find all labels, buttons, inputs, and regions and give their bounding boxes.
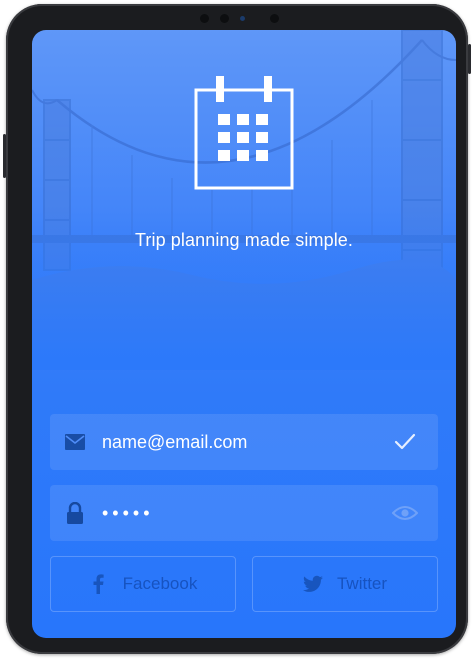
facebook-icon xyxy=(89,574,109,594)
twitter-login-button[interactable]: Twitter xyxy=(252,556,438,612)
twitter-label: Twitter xyxy=(336,574,388,593)
ambient-sensor xyxy=(270,14,279,23)
calendar-icon xyxy=(194,74,294,190)
tablet-device-frame: Trip planning made simple. name@email.co… xyxy=(3,4,471,654)
password-field[interactable]: ••••• xyxy=(50,485,438,541)
app-tagline: Trip planning made simple. xyxy=(134,230,354,250)
lock-icon xyxy=(64,502,86,524)
password-value: ••••• xyxy=(102,503,154,523)
facebook-label: Facebook xyxy=(122,574,198,593)
power-button xyxy=(468,44,471,74)
email-field[interactable]: name@email.com xyxy=(50,414,438,470)
front-camera xyxy=(200,14,209,23)
eye-icon[interactable] xyxy=(392,500,418,526)
app-screen: Trip planning made simple. name@email.co… xyxy=(32,30,456,638)
twitter-icon xyxy=(302,574,323,594)
checkmark-icon xyxy=(392,429,418,455)
email-value: name@email.com xyxy=(102,431,248,452)
volume-button xyxy=(3,134,6,178)
facebook-login-button[interactable]: Facebook xyxy=(50,556,236,612)
proximity-sensor xyxy=(240,16,245,21)
face-sensor xyxy=(220,14,229,23)
envelope-icon xyxy=(64,431,86,453)
camera-bar xyxy=(200,12,290,24)
